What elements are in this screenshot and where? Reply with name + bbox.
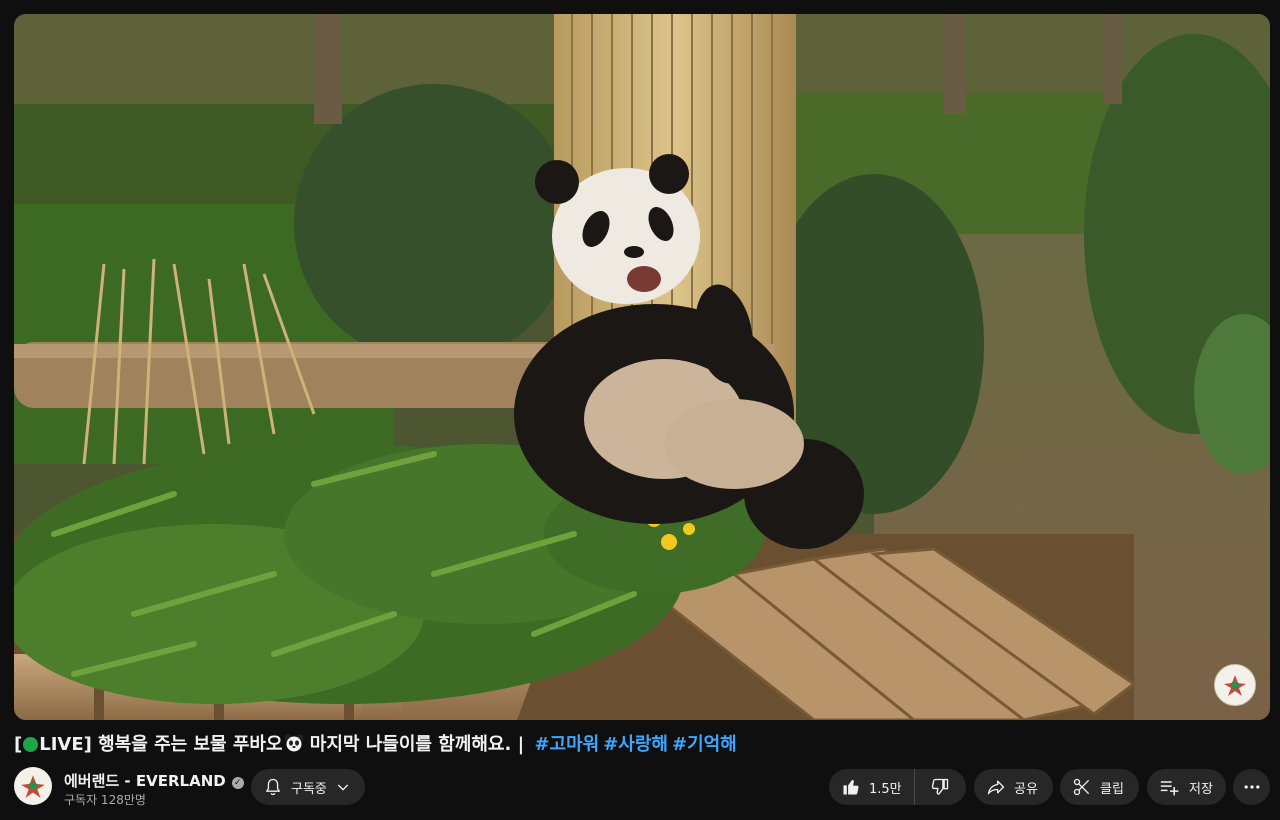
like-dislike-group: 1.5만 xyxy=(829,769,966,805)
channel-name-text[interactable]: 에버랜드 - EVERLAND xyxy=(64,772,226,790)
subscribe-label: 구독중 xyxy=(291,781,327,797)
thumb-down-icon xyxy=(932,778,949,795)
subscriber-count: 구독자 128만명 xyxy=(64,793,146,807)
playlist-add-icon xyxy=(1160,781,1179,796)
channel-name[interactable]: 에버랜드 - EVERLAND ✓ xyxy=(64,770,244,791)
clip-button[interactable]: 클립 xyxy=(1060,769,1139,805)
bell-icon xyxy=(266,778,280,796)
video-title: [ LIVE] 행복을 주는 보물 푸바오 마지막 나들이를 함께해요. | #고… xyxy=(14,733,1240,757)
subscribe-button[interactable]: 구독중 xyxy=(251,769,365,805)
like-button[interactable]: 1.5만 xyxy=(829,769,915,805)
dislike-button[interactable] xyxy=(915,769,966,805)
share-label: 공유 xyxy=(1014,781,1038,797)
save-button[interactable]: 저장 xyxy=(1147,769,1226,805)
hashtag-link[interactable]: #고마워 xyxy=(534,734,599,755)
clip-label: 클립 xyxy=(1100,781,1124,797)
everland-logo-icon xyxy=(21,775,45,798)
save-label: 저장 xyxy=(1189,781,1213,797)
scissors-icon xyxy=(1073,778,1090,796)
title-rest-text: 마지막 나들이를 함께해요. | xyxy=(303,734,525,755)
more-actions-button[interactable] xyxy=(1233,769,1270,805)
hashtag-link[interactable]: #사랑해 xyxy=(603,734,668,755)
share-button[interactable]: 공유 xyxy=(974,769,1053,805)
channel-avatar[interactable] xyxy=(14,767,52,805)
channel-action-bar: 에버랜드 - EVERLAND ✓ 구독자 128만명 구독중 1.5만 공유 xyxy=(14,766,1270,810)
panda-face-icon xyxy=(284,734,304,752)
hashtag-link[interactable]: #기억해 xyxy=(672,734,737,755)
video-player[interactable] xyxy=(14,14,1270,720)
green-circle-icon xyxy=(23,737,39,752)
title-live: LIVE] xyxy=(39,734,92,755)
more-horiz-icon xyxy=(1244,785,1259,789)
chevron-down-icon xyxy=(337,784,349,791)
title-main-text: 행복을 주는 보물 푸바오 xyxy=(91,734,283,755)
verified-check-icon: ✓ xyxy=(231,777,244,789)
everland-logo-icon xyxy=(1214,664,1256,706)
like-count: 1.5만 xyxy=(869,781,902,797)
thumb-up-icon xyxy=(843,779,859,795)
video-frame-panda xyxy=(14,14,1270,720)
title-bracket: [ xyxy=(14,734,23,755)
share-arrow-icon xyxy=(987,780,1005,795)
